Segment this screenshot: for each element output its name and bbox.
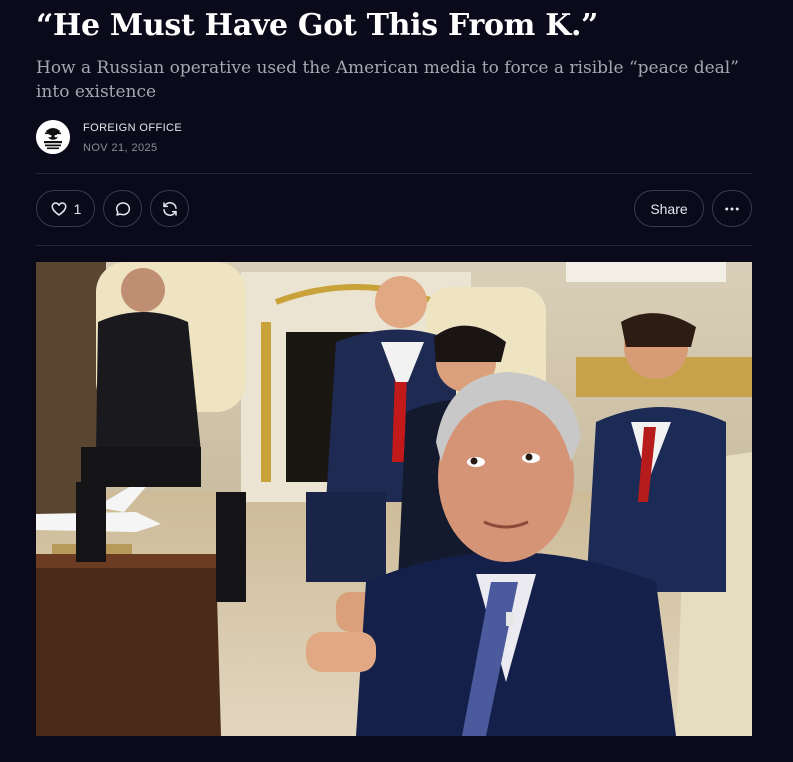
comment-button[interactable] — [103, 190, 142, 227]
post-title: “He Must Have Got This From K.” — [36, 8, 599, 43]
publication-avatar[interactable] — [36, 120, 70, 154]
hero-photo-illustration — [36, 262, 752, 736]
restack-button[interactable] — [150, 190, 189, 227]
divider-bottom — [36, 245, 752, 246]
more-icon — [725, 207, 739, 210]
post-date: NOV 21, 2025 — [83, 142, 158, 154]
author-name[interactable]: FOREIGN OFFICE — [83, 122, 182, 134]
divider-top — [36, 173, 752, 174]
like-count: 1 — [73, 200, 82, 217]
more-options-button[interactable] — [712, 190, 752, 227]
comment-icon — [115, 201, 130, 216]
hero-photo[interactable] — [36, 262, 752, 736]
post-subtitle: How a Russian operative used the America… — [36, 58, 739, 102]
like-button[interactable]: 1 — [36, 190, 95, 227]
foreign-office-logo-icon — [36, 120, 70, 154]
restack-icon — [162, 201, 177, 216]
heart-icon — [51, 201, 67, 216]
share-button[interactable]: Share — [634, 190, 704, 227]
